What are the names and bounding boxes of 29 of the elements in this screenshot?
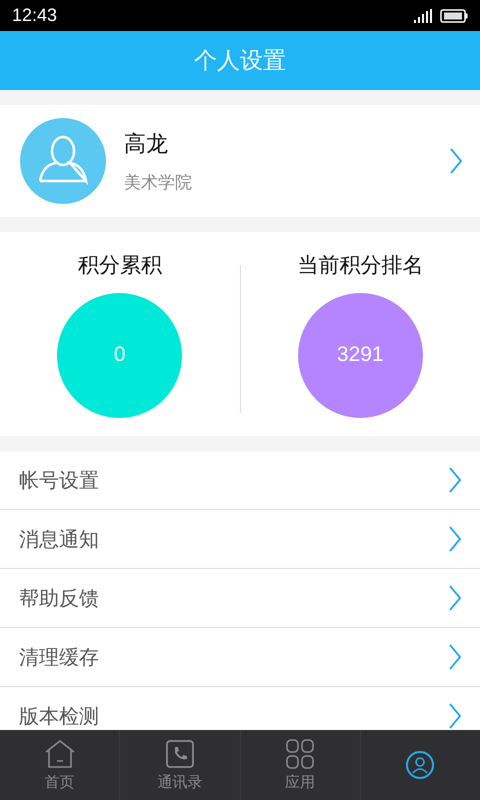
stat-label: 积分累积 — [78, 252, 162, 278]
profile-card[interactable]: 高龙 美术学院 — [0, 105, 480, 217]
person-icon — [405, 750, 436, 780]
stat-circle: 3291 — [298, 292, 423, 418]
user-name: 高龙 — [124, 130, 169, 158]
avatar-icon — [19, 117, 107, 205]
nav-tab[interactable]: 应用 — [240, 730, 360, 800]
chevron-icon — [449, 644, 461, 670]
phone-book-icon — [164, 738, 195, 768]
chevron-icon — [449, 703, 461, 729]
page-title: 个人设置 — [194, 47, 286, 76]
nav-tab[interactable]: 首页 — [0, 730, 120, 800]
stat-label: 当前积分排名 — [297, 252, 424, 278]
menu-item[interactable]: 消息通知 — [0, 510, 480, 569]
chevron-icon — [449, 467, 461, 493]
house-icon — [44, 738, 76, 768]
menu-item[interactable]: 帐号设置 — [0, 451, 480, 510]
battery-icon — [440, 8, 468, 22]
user-school: 美术学院 — [124, 172, 193, 194]
chevron-icon — [450, 148, 462, 174]
menu-item[interactable]: 清理缓存 — [0, 628, 480, 687]
status-time: 12:43 — [12, 5, 58, 26]
stat-circle: 0 — [57, 292, 182, 418]
chevron-icon — [449, 585, 461, 611]
signal-icon — [414, 8, 434, 22]
nav-tab[interactable]: 通讯录 — [119, 730, 240, 800]
grid-icon — [286, 738, 314, 768]
menu-item[interactable]: 帮助反馈 — [0, 569, 480, 628]
chevron-icon — [449, 526, 461, 552]
